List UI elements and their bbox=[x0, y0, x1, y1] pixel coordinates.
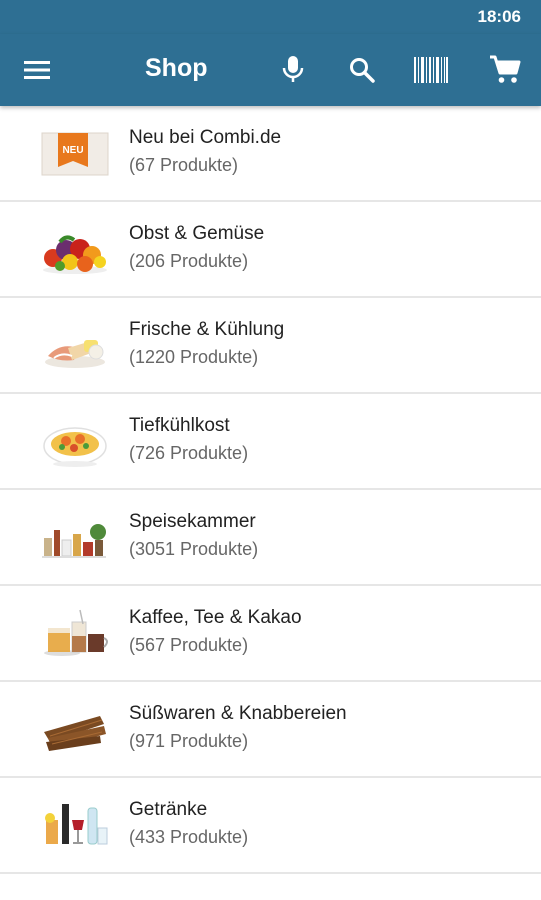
category-name: Obst & Gemüse bbox=[129, 223, 265, 244]
menu-button[interactable] bbox=[14, 34, 60, 106]
voice-search-button[interactable] bbox=[272, 34, 314, 106]
category-name: Speisekammer bbox=[129, 511, 256, 532]
cart-button[interactable] bbox=[482, 34, 528, 106]
drinks-image bbox=[40, 798, 110, 854]
barcode-scan-button[interactable] bbox=[408, 34, 454, 106]
category-row-kaffee-tee-kakao[interactable]: Kaffee, Tee & Kakao (567 Produkte) bbox=[0, 586, 541, 682]
category-row-speisekammer[interactable]: Speisekammer (3051 Produkte) bbox=[0, 490, 541, 586]
category-row-frische-kuehlung[interactable]: Frische & Kühlung (1220 Produkte) bbox=[0, 298, 541, 394]
cart-icon bbox=[490, 55, 521, 83]
sweets-snacks-image bbox=[40, 702, 110, 758]
category-count: (1220 Produkte) bbox=[129, 347, 259, 367]
category-name: Getränke bbox=[129, 799, 208, 820]
status-time: 18:06 bbox=[477, 7, 521, 26]
neu-badge-image: NEU bbox=[40, 126, 110, 182]
category-row-neu[interactable]: NEU Neu bei Combi.de (67 Produkte) bbox=[0, 106, 541, 202]
app-bar: Shop bbox=[0, 34, 541, 106]
category-name: Neu bei Combi.de bbox=[129, 127, 282, 148]
category-name: Kaffee, Tee & Kakao bbox=[129, 607, 302, 628]
category-count: (67 Produkte) bbox=[129, 155, 239, 175]
coffee-tea-image bbox=[40, 606, 110, 662]
category-row-tiefkuehlkost[interactable]: Tiefkühlkost (726 Produkte) bbox=[0, 394, 541, 490]
fresh-chilled-image bbox=[40, 318, 110, 374]
page-title: Shop bbox=[145, 54, 208, 82]
category-row-suesswaren[interactable]: Süßwaren & Knabbereien (971 Produkte) bbox=[0, 682, 541, 778]
category-name: Tiefkühlkost bbox=[129, 415, 230, 436]
category-count: (206 Produkte) bbox=[129, 251, 249, 271]
category-name: Frische & Kühlung bbox=[129, 319, 285, 340]
category-list: NEU Neu bei Combi.de (67 Produkte) Obst … bbox=[0, 106, 541, 900]
frozen-food-image bbox=[40, 414, 110, 470]
pantry-image bbox=[40, 510, 110, 566]
fruit-vegetables-image bbox=[40, 222, 110, 278]
category-row-getraenke[interactable]: Getränke (433 Produkte) bbox=[0, 778, 541, 874]
neu-badge-text: NEU bbox=[62, 145, 83, 156]
search-icon bbox=[350, 58, 375, 83]
microphone-icon bbox=[282, 56, 304, 82]
category-name: Süßwaren & Knabbereien bbox=[129, 703, 347, 724]
category-count: (726 Produkte) bbox=[129, 443, 249, 463]
category-count: (971 Produkte) bbox=[129, 731, 249, 751]
barcode-icon bbox=[414, 57, 448, 83]
category-count: (3051 Produkte) bbox=[129, 539, 259, 559]
category-count: (433 Produkte) bbox=[129, 827, 249, 847]
category-count: (567 Produkte) bbox=[129, 635, 249, 655]
search-button[interactable] bbox=[340, 34, 384, 106]
status-bar: 18:06 bbox=[0, 0, 541, 34]
menu-icon bbox=[24, 61, 50, 79]
category-row-obst-gemuese[interactable]: Obst & Gemüse (206 Produkte) bbox=[0, 202, 541, 298]
